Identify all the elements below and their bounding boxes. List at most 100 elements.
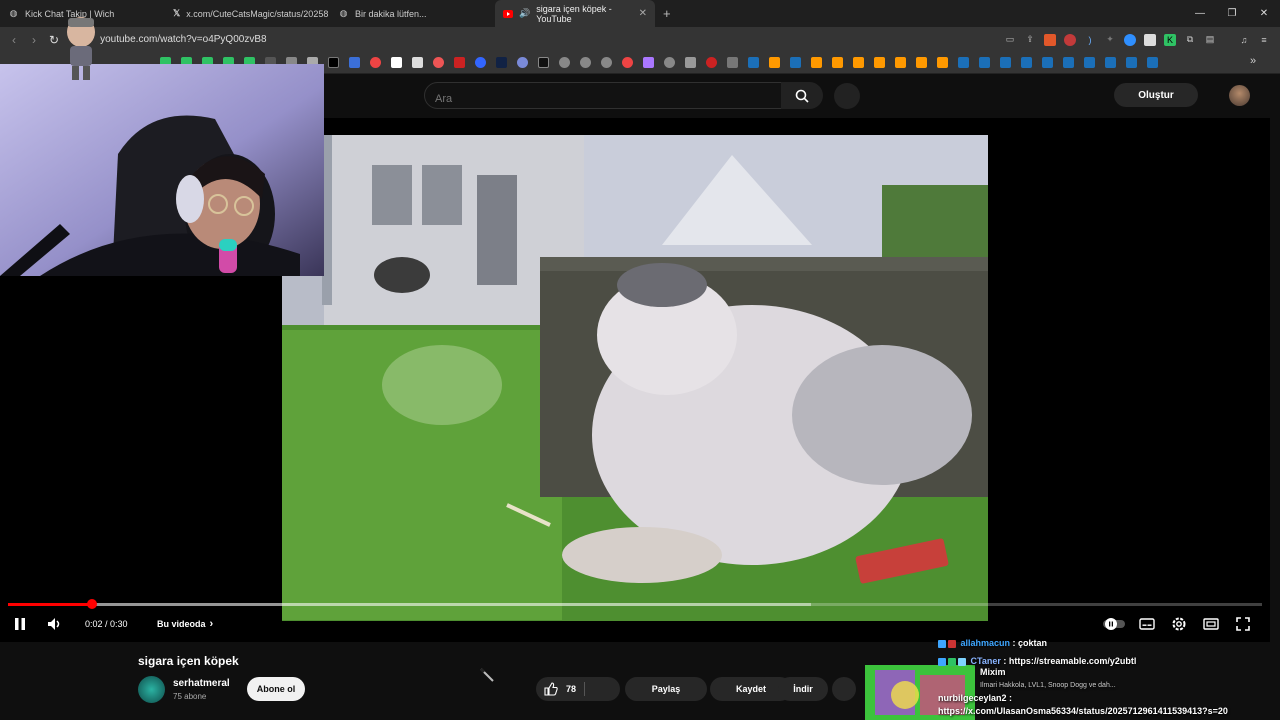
video-frame[interactable] bbox=[282, 135, 988, 621]
bookmark-icon[interactable] bbox=[517, 57, 528, 68]
share-icon[interactable]: ⇪ bbox=[1024, 34, 1036, 46]
bookmark-icon[interactable] bbox=[769, 57, 780, 68]
channel-name[interactable]: serhatmeral bbox=[173, 678, 230, 689]
tab-bir-dakika[interactable]: ◍ Bir dakika lütfen... bbox=[330, 0, 495, 27]
globe-icon[interactable] bbox=[559, 57, 570, 68]
steam-icon[interactable] bbox=[979, 57, 990, 68]
back-icon[interactable]: ‹ bbox=[4, 33, 24, 47]
steam-icon[interactable] bbox=[958, 57, 969, 68]
bookmark-icon[interactable] bbox=[811, 57, 822, 68]
bookmark-icon[interactable] bbox=[685, 57, 696, 68]
speaker-icon[interactable]: 🔊 bbox=[519, 8, 530, 19]
tab-x-status[interactable]: 𝕏 x.com/CuteCatsMagic/status/20258 bbox=[165, 0, 330, 27]
theater-mode-button[interactable] bbox=[1203, 615, 1219, 633]
minimize-icon[interactable]: — bbox=[1184, 0, 1216, 27]
channel-avatar[interactable] bbox=[138, 676, 165, 703]
x-logo-icon: 𝕏 bbox=[173, 8, 181, 18]
pause-button[interactable] bbox=[14, 615, 26, 633]
volume-button[interactable] bbox=[47, 615, 63, 633]
subtitles-button[interactable] bbox=[1139, 615, 1155, 633]
bookmark-icon[interactable] bbox=[370, 57, 381, 68]
mouse-cursor bbox=[480, 668, 494, 682]
settings-button[interactable] bbox=[1171, 615, 1187, 633]
share-button[interactable]: Paylaş bbox=[625, 677, 707, 701]
bookmark-icon[interactable] bbox=[874, 57, 885, 68]
sidebar-icon[interactable]: ▤ bbox=[1204, 34, 1216, 46]
chat-reply-preview: Ilmari Hakkola, LVL1, Snoop Dogg ve dah.… bbox=[980, 682, 1116, 689]
window-close-icon[interactable]: ✕ bbox=[1248, 0, 1280, 27]
steam-icon[interactable] bbox=[1147, 57, 1158, 68]
bookmark-icon[interactable] bbox=[895, 57, 906, 68]
bookmark-icon[interactable] bbox=[433, 57, 444, 68]
bookmark-icon[interactable] bbox=[937, 57, 948, 68]
close-tab-icon[interactable]: ✕ bbox=[639, 8, 647, 19]
puzzle-icon[interactable]: ⧉ bbox=[1184, 34, 1196, 46]
brave-shield-icon[interactable] bbox=[1044, 33, 1056, 46]
progress-bar[interactable] bbox=[8, 599, 1262, 609]
steam-icon[interactable] bbox=[1084, 57, 1095, 68]
search-input[interactable] bbox=[424, 82, 782, 109]
bookmark-icon[interactable] bbox=[832, 57, 843, 68]
subscribe-button[interactable]: Abone ol bbox=[247, 677, 305, 701]
fullscreen-button[interactable] bbox=[1236, 615, 1250, 633]
steam-icon[interactable] bbox=[1063, 57, 1074, 68]
extension-icon[interactable]: K bbox=[1164, 33, 1176, 46]
bookmark-icon[interactable] bbox=[496, 57, 507, 68]
download-button[interactable]: İndir bbox=[778, 677, 828, 701]
bookmark-icon[interactable] bbox=[538, 57, 549, 68]
menu-icon[interactable]: ≡ bbox=[1258, 34, 1270, 46]
steam-icon[interactable] bbox=[1000, 57, 1011, 68]
bookmark-icon[interactable] bbox=[412, 57, 423, 68]
scrubber-handle[interactable] bbox=[86, 599, 97, 609]
globe-icon[interactable] bbox=[601, 57, 612, 68]
time-display: 0:02 / 0:30 bbox=[85, 619, 128, 629]
search-button[interactable] bbox=[781, 82, 823, 109]
steam-icon[interactable] bbox=[1021, 57, 1032, 68]
more-actions-button[interactable] bbox=[832, 677, 856, 701]
chapter-button[interactable]: Bu videoda › bbox=[157, 615, 213, 633]
folder-icon[interactable] bbox=[727, 57, 738, 68]
extension-icon[interactable]: ) bbox=[1084, 34, 1096, 46]
bookmark-icon[interactable] bbox=[643, 57, 654, 68]
bookmark-icon[interactable] bbox=[706, 57, 717, 68]
dislike-button[interactable] bbox=[588, 677, 618, 701]
globe-icon[interactable] bbox=[580, 57, 591, 68]
bookmark-icon[interactable] bbox=[349, 57, 360, 68]
kick-badge-icon bbox=[948, 657, 956, 666]
steam-icon[interactable] bbox=[748, 57, 759, 68]
bookmark-icon[interactable] bbox=[454, 57, 465, 68]
media-icon[interactable]: ♫ bbox=[1238, 34, 1250, 46]
theater-icon bbox=[1203, 618, 1219, 630]
bookmark-icon[interactable] bbox=[622, 57, 633, 68]
steam-icon[interactable] bbox=[1105, 57, 1116, 68]
x-logo-icon[interactable] bbox=[328, 57, 339, 68]
bookmarks-overflow-icon[interactable]: » bbox=[1250, 55, 1256, 67]
cast-icon[interactable]: ▭ bbox=[1004, 34, 1016, 46]
badge-icon bbox=[958, 657, 966, 666]
bookmark-icon[interactable] bbox=[853, 57, 864, 68]
bookmark-icon[interactable] bbox=[391, 57, 402, 68]
steam-icon[interactable] bbox=[790, 57, 801, 68]
autoplay-toggle[interactable] bbox=[1103, 615, 1125, 633]
reload-icon[interactable]: ↻ bbox=[44, 33, 64, 47]
avatar[interactable] bbox=[1229, 85, 1250, 106]
extension-icon[interactable] bbox=[1124, 33, 1136, 46]
globe-icon[interactable] bbox=[664, 57, 675, 68]
bookmark-icon[interactable] bbox=[916, 57, 927, 68]
fullscreen-icon bbox=[1236, 617, 1250, 631]
steam-icon[interactable] bbox=[1126, 57, 1137, 68]
steam-icon[interactable] bbox=[1042, 57, 1053, 68]
like-button[interactable]: 78 bbox=[544, 682, 576, 696]
voice-search-button[interactable] bbox=[834, 83, 860, 109]
extension-icon[interactable] bbox=[1064, 33, 1076, 46]
restore-icon[interactable]: ❐ bbox=[1216, 0, 1248, 27]
extension-icon[interactable] bbox=[1144, 33, 1156, 46]
badge-icon bbox=[938, 657, 946, 666]
tab-youtube-active[interactable]: 🔊 sigara içen köpek - YouTube ✕ bbox=[495, 0, 655, 27]
forward-icon[interactable]: › bbox=[24, 33, 44, 47]
bookmark-icon[interactable] bbox=[475, 57, 486, 68]
extension-icon[interactable]: ✦ bbox=[1104, 34, 1116, 46]
new-tab-button[interactable]: + bbox=[655, 6, 679, 21]
create-button[interactable]: Oluştur bbox=[1114, 83, 1198, 107]
url-field[interactable]: youtube.com/watch?v=o4PyQ00zvB8 bbox=[100, 34, 266, 45]
